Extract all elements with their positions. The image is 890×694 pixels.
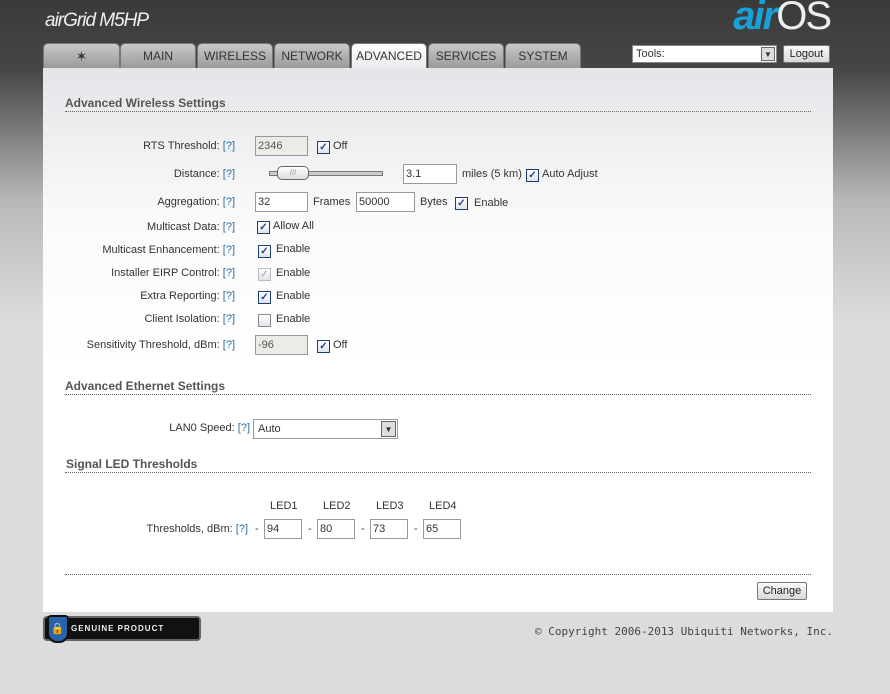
logout-button[interactable]: Logout [783,45,830,63]
sensitivity-label: Sensitivity Threshold, dBm: [?] [86,339,235,351]
section-title-ethernet: Advanced Ethernet Settings [65,379,226,393]
product-logo: airGrid M5HP [45,10,149,31]
help-link[interactable]: [?] [223,313,235,325]
extra-reporting-option: Enable [276,290,311,302]
led4-header: LED4 [429,500,457,512]
multicast-data-checkbox[interactable]: ✓ [257,221,270,234]
bytes-input[interactable]: 50000 [356,192,415,212]
extra-reporting-checkbox[interactable]: ✓ [258,291,271,304]
rts-off-label: Off [333,140,348,152]
dash: - [414,523,418,535]
lan0-speed-value: Auto [258,423,281,435]
distance-label: Distance: [?] [173,168,235,180]
multicast-data-label: Multicast Data: [?] [146,221,235,233]
multicast-enh-checkbox[interactable]: ✓ [258,245,271,258]
help-link[interactable]: [?] [223,339,235,351]
bytes-label: Bytes [420,196,448,208]
led3-header: LED3 [376,500,404,512]
sensitivity-off-checkbox[interactable]: ✓ [317,340,330,353]
help-link[interactable]: [?] [223,196,235,208]
help-link[interactable]: [?] [223,168,235,180]
tab-services[interactable]: SERVICES [428,43,504,68]
dash: - [361,523,365,535]
client-isolation-label: Client Isolation: [?] [144,313,235,325]
led3-input[interactable]: 73 [370,519,408,539]
lock-shield-icon: 🔒 [47,615,69,643]
change-button[interactable]: Change [757,582,807,600]
eirp-option: Enable [276,267,311,279]
tab-system[interactable]: SYSTEM [505,43,581,68]
frames-input[interactable]: 32 [255,192,308,212]
help-link[interactable]: [?] [236,523,248,535]
eirp-label: Installer EIRP Control: [?] [111,267,235,279]
distance-unit: miles (5 km) [462,168,522,180]
divider [65,394,811,395]
ubiquiti-logo-icon: ✶ [75,48,88,64]
sensitivity-input[interactable]: -96 [255,335,308,355]
led2-header: LED2 [323,500,351,512]
dash: - [255,523,259,535]
tab-network[interactable]: NETWORK [274,43,350,68]
tab-main[interactable]: MAIN [120,43,196,68]
distance-input[interactable]: 3.1 [403,164,457,184]
divider [65,111,811,112]
led1-input[interactable]: 94 [264,519,302,539]
divider [65,574,811,575]
tab-advanced[interactable]: ADVANCED [351,43,427,69]
help-link[interactable]: [?] [223,290,235,302]
airos-logo: airOS [733,0,832,38]
help-link[interactable]: [?] [223,267,235,279]
rts-off-checkbox[interactable]: ✓ [317,141,330,154]
chevron-down-icon: ▼ [381,421,396,437]
lan0-speed-select[interactable]: Auto ▼ [253,419,398,439]
aggregation-label: Aggregation: [?] [157,196,235,208]
sensitivity-off-label: Off [333,339,348,351]
rts-input[interactable]: 2346 [255,136,308,156]
copyright: © Copyright 2006-2013 Ubiquiti Networks,… [534,625,833,638]
extra-reporting-label: Extra Reporting: [?] [140,290,235,302]
slider-handle[interactable]: /// [277,166,309,180]
multicast-data-option: Allow All [273,220,314,232]
client-isolation-checkbox[interactable] [258,314,271,327]
dash: - [308,523,312,535]
aggregation-enable-label: Enable [474,197,509,209]
tools-select-value: Tools: [636,48,665,60]
lan0-speed-label: LAN0 Speed: [?] [169,422,250,434]
tab-wireless[interactable]: WIRELESS [197,43,273,68]
client-isolation-option: Enable [276,313,311,325]
frames-label: Frames [313,196,351,208]
multicast-enh-label: Multicast Enhancement: [?] [102,244,235,256]
aggregation-enable-checkbox[interactable]: ✓ [455,197,468,210]
multicast-enh-option: Enable [276,243,311,255]
thresholds-label: Thresholds, dBm: [?] [146,523,249,535]
section-title-wireless: Advanced Wireless Settings [65,96,226,110]
rts-label: RTS Threshold: [?] [143,140,235,152]
help-link[interactable]: [?] [238,422,250,434]
help-link[interactable]: [?] [223,140,235,152]
tools-select[interactable]: Tools: ▼ [632,45,777,63]
auto-adjust-checkbox[interactable]: ✓ [526,169,539,182]
led1-header: LED1 [270,500,298,512]
help-link[interactable]: [?] [223,244,235,256]
auto-adjust-label: Auto Adjust [542,168,598,180]
led4-input[interactable]: 65 [423,519,461,539]
section-title-led: Signal LED Thresholds [66,457,198,471]
tab-ubiquiti-logo[interactable]: ✶ [43,43,120,68]
led2-input[interactable]: 80 [317,519,355,539]
genuine-product-badge: 🔒 GENUINE PRODUCT [43,615,201,643]
chevron-down-icon: ▼ [761,47,775,61]
help-link[interactable]: [?] [223,221,235,233]
divider [65,472,811,473]
eirp-checkbox: ✓ [258,268,271,281]
